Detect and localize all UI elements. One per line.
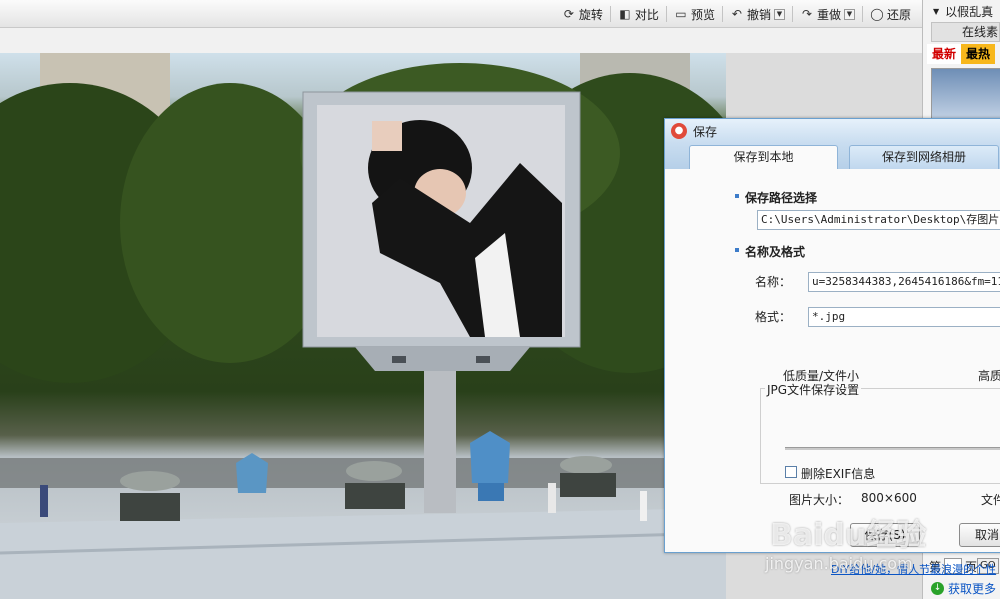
toolbar-divider bbox=[791, 6, 793, 22]
save-dialog: ● 保存 保存到本地 保存到网络相册 保存路径选择 C:\Users\Admin… bbox=[664, 118, 1000, 576]
toolbar-actions: ⟳ 旋转 ◧ 对比 ▭ 预览 ↶ 撤销 ▼ ↷ 重做 ▼ ◯ 还原 bbox=[557, 3, 916, 25]
restore-button[interactable]: ◯ 还原 bbox=[865, 3, 916, 25]
pedestrian bbox=[40, 485, 48, 517]
dialog-title: 保存 bbox=[693, 124, 718, 139]
toolbar-divider bbox=[665, 6, 667, 22]
compare-label: 对比 bbox=[634, 7, 659, 22]
material-thumbnail[interactable] bbox=[931, 68, 1000, 124]
get-more-link[interactable]: ↓ 获取更多 bbox=[923, 577, 1000, 599]
valentine-promo-link[interactable]: DIY给他/她，情人节最浪漫的个性 bbox=[831, 561, 996, 577]
compare-icon: ◧ bbox=[619, 7, 631, 21]
delete-exif-checkbox[interactable] bbox=[785, 466, 797, 478]
planter-base bbox=[560, 473, 616, 497]
toolbar-divider bbox=[721, 6, 723, 22]
material-panel-header[interactable]: ▼ 以假乱真 bbox=[923, 0, 1000, 22]
kiosk-base bbox=[478, 483, 504, 501]
undo-icon: ↶ bbox=[731, 7, 742, 21]
portrait-hand bbox=[372, 121, 402, 151]
billboard-bottom bbox=[355, 347, 530, 371]
tab-save-local[interactable]: 保存到本地 bbox=[689, 145, 838, 169]
name-label: 名称： bbox=[755, 275, 792, 289]
planter bbox=[120, 471, 180, 491]
billboard-vent bbox=[476, 356, 490, 363]
top-toolbar: ⟳ 旋转 ◧ 对比 ▭ 预览 ↶ 撤销 ▼ ↷ 重做 ▼ ◯ 还原 bbox=[0, 0, 922, 28]
pedestrian bbox=[548, 483, 556, 513]
kiosk bbox=[470, 431, 510, 483]
restore-label: 还原 bbox=[886, 7, 911, 22]
format-label: 格式： bbox=[755, 310, 792, 324]
high-quality-label: 高质 bbox=[978, 369, 1000, 383]
download-icon: ↓ bbox=[931, 581, 944, 595]
preview-button[interactable]: ▭ 预览 bbox=[669, 3, 720, 25]
preview-label: 预览 bbox=[690, 7, 715, 22]
tab-newest[interactable]: 最新 bbox=[927, 44, 962, 64]
image-size-value: 800×600 bbox=[861, 491, 917, 505]
planter-base bbox=[120, 493, 180, 521]
pedestrian bbox=[640, 491, 647, 521]
rotate-label: 旋转 bbox=[578, 7, 603, 22]
delete-exif-label: 删除EXIF信息 bbox=[801, 467, 876, 481]
tab-save-online-album[interactable]: 保存到网络相册 bbox=[849, 145, 999, 169]
section-save-path: 保存路径选择 bbox=[734, 191, 818, 205]
cancel-button[interactable]: 取消 bbox=[959, 523, 1000, 547]
dialog-tabs: 保存到本地 保存到网络相册 bbox=[665, 143, 1000, 169]
get-more-label: 获取更多 bbox=[948, 581, 997, 596]
planter bbox=[346, 461, 402, 481]
billboard-pole bbox=[424, 353, 456, 513]
undo-label: 撤销 bbox=[746, 7, 771, 22]
app-logo-icon: ● bbox=[671, 123, 687, 139]
material-sort-tabs: 最新 最热 bbox=[927, 44, 1000, 64]
low-quality-label: 低质量/文件小 bbox=[783, 369, 860, 383]
tab-hottest[interactable]: 最热 bbox=[961, 44, 996, 64]
material-panel-title: 以假乱真 bbox=[945, 4, 994, 19]
plaza-billboard-photo bbox=[0, 53, 726, 599]
rotate-icon: ⟳ bbox=[563, 7, 574, 21]
edited-photo-canvas[interactable] bbox=[0, 53, 726, 599]
toolbar-divider bbox=[861, 6, 863, 22]
file-size-label: 文件 bbox=[981, 493, 1000, 507]
toolbar-divider bbox=[609, 6, 611, 22]
undo-dropdown-icon[interactable]: ▼ bbox=[773, 8, 785, 20]
online-material-tab[interactable]: 在线素 bbox=[931, 22, 1000, 42]
billboard-vent bbox=[392, 356, 406, 363]
planter bbox=[560, 456, 612, 474]
format-select[interactable]: *.jpg bbox=[808, 307, 1000, 327]
restore-icon: ◯ bbox=[870, 7, 884, 21]
redo-dropdown-icon[interactable]: ▼ bbox=[843, 8, 855, 20]
undo-button[interactable]: ↶ 撤销 ▼ bbox=[725, 3, 790, 25]
dialog-titlebar[interactable]: ● 保存 bbox=[665, 119, 1000, 143]
rotate-button[interactable]: ⟳ 旋转 bbox=[557, 3, 608, 25]
save-path-field[interactable]: C:\Users\Administrator\Desktop\存图片 bbox=[757, 210, 1000, 230]
planter-base bbox=[345, 483, 405, 509]
redo-icon: ↷ bbox=[801, 7, 812, 21]
redo-label: 重做 bbox=[816, 7, 841, 22]
compare-button[interactable]: ◧ 对比 bbox=[613, 3, 664, 25]
preview-icon: ▭ bbox=[675, 7, 687, 21]
collapse-arrow-icon: ▼ bbox=[933, 6, 940, 16]
image-editor-window: ⟳ 旋转 ◧ 对比 ▭ 预览 ↶ 撤销 ▼ ↷ 重做 ▼ ◯ 还原 ▼ 以假乱真… bbox=[0, 0, 1000, 599]
plaza-floor bbox=[0, 508, 726, 599]
file-name-field[interactable]: u=3258344383,2645416186&fm=11&gp bbox=[808, 272, 1000, 292]
image-size-label: 图片大小： bbox=[789, 493, 850, 507]
save-button[interactable]: 保存(S) bbox=[850, 523, 920, 547]
section-name-format: 名称及格式 bbox=[734, 245, 806, 259]
quality-slider[interactable] bbox=[785, 447, 1000, 450]
redo-button[interactable]: ↷ 重做 ▼ bbox=[795, 3, 860, 25]
